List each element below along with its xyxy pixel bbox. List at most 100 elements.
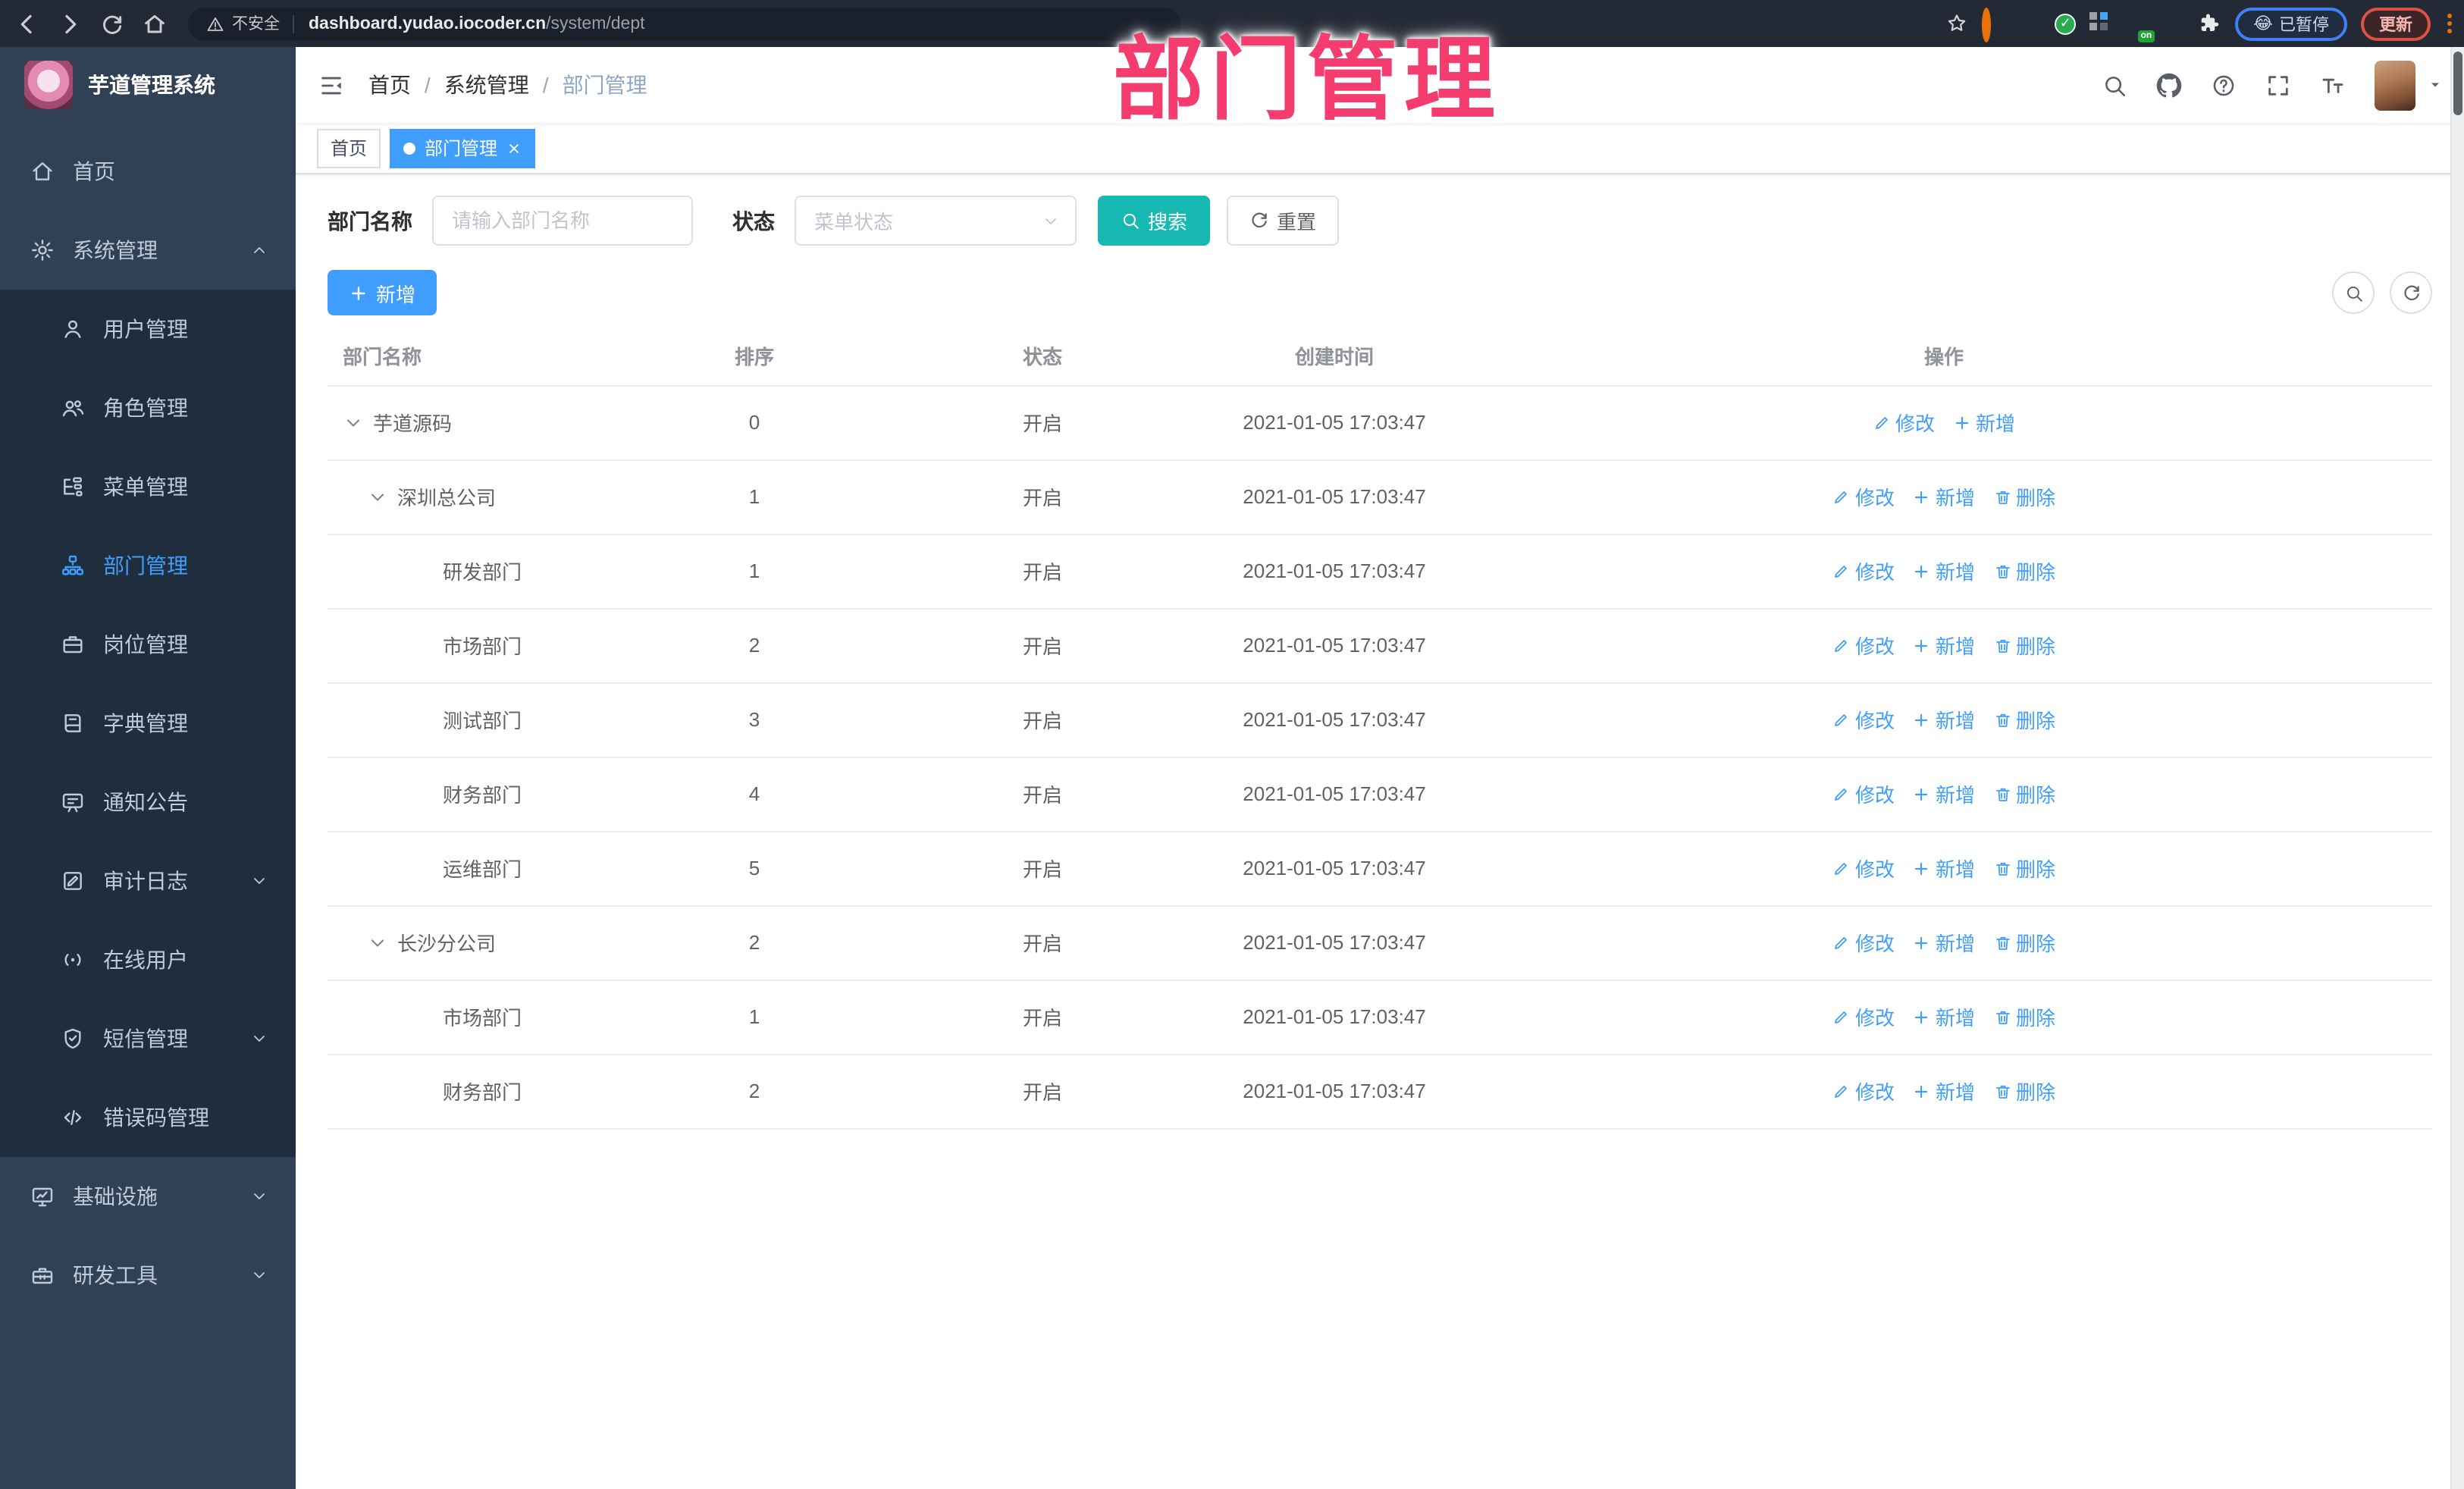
bookmark-star-icon[interactable] <box>1945 12 1968 35</box>
github-icon[interactable] <box>2156 72 2182 98</box>
toggle-search-button[interactable] <box>2332 271 2375 314</box>
extensions-puzzle-icon[interactable] <box>2199 12 2221 35</box>
user-avatar-menu[interactable] <box>2375 60 2443 110</box>
extension-person-icon[interactable] <box>2162 12 2185 35</box>
reset-button[interactable]: 重置 <box>1227 196 1340 246</box>
breadcrumb: 首页 / 系统管理 / 部门管理 <box>368 70 647 100</box>
action-修改[interactable]: 修改 <box>1832 556 1895 585</box>
dept-name: 市场部门 <box>443 1007 522 1030</box>
sidebar-item-部门管理[interactable]: 部门管理 <box>0 526 296 605</box>
action-修改[interactable]: 修改 <box>1873 408 1935 437</box>
extension-grid-icon[interactable] <box>2089 12 2112 35</box>
plus-icon <box>1913 859 1931 877</box>
action-删除[interactable]: 删除 <box>1993 779 2055 808</box>
action-新增[interactable]: 新增 <box>1913 779 1975 808</box>
sidebar-item-label: 角色管理 <box>103 396 188 420</box>
sidebar-item-基础设施[interactable]: 基础设施 <box>0 1157 296 1236</box>
sidebar-item-审计日志[interactable]: 审计日志 <box>0 842 296 920</box>
sidebar-item-label: 字典管理 <box>103 711 188 735</box>
action-修改[interactable]: 修改 <box>1832 631 1895 660</box>
chrome-menu-kebab-icon[interactable] <box>2447 14 2452 33</box>
sidebar-toggle-icon[interactable] <box>318 72 344 98</box>
tab-item[interactable]: 首页 <box>317 128 381 168</box>
action-修改[interactable]: 修改 <box>1832 705 1895 734</box>
action-新增[interactable]: 新增 <box>1913 556 1975 585</box>
sidebar-item-菜单管理[interactable]: 菜单管理 <box>0 447 296 526</box>
action-修改[interactable]: 修改 <box>1832 1077 1895 1105</box>
action-删除[interactable]: 删除 <box>1993 556 2055 585</box>
home-icon[interactable] <box>143 11 167 36</box>
sidebar-item-角色管理[interactable]: 角色管理 <box>0 368 296 447</box>
tree-list-icon <box>61 475 85 499</box>
action-修改[interactable]: 修改 <box>1832 928 1895 957</box>
expand-caret-icon[interactable] <box>367 932 388 953</box>
search-icon[interactable] <box>2102 72 2127 98</box>
sidebar-item-岗位管理[interactable]: 岗位管理 <box>0 605 296 684</box>
action-label: 修改 <box>1854 1081 1895 1104</box>
action-新增[interactable]: 新增 <box>1913 1077 1975 1105</box>
action-删除[interactable]: 删除 <box>1993 1002 2055 1031</box>
sidebar-item-错误码管理[interactable]: 错误码管理 <box>0 1078 296 1157</box>
expand-caret-icon[interactable] <box>343 412 364 433</box>
sidebar-item-首页[interactable]: 首页 <box>0 132 296 211</box>
action-修改[interactable]: 修改 <box>1832 854 1895 882</box>
action-label: 新增 <box>1935 1081 1975 1104</box>
font-size-icon[interactable] <box>2320 72 2346 98</box>
chrome-update-button[interactable]: 更新 <box>2361 7 2431 40</box>
profile-paused-chip[interactable]: 😂 已暂停 <box>2235 7 2347 40</box>
action-修改[interactable]: 修改 <box>1832 482 1895 511</box>
refresh-table-button[interactable] <box>2390 271 2432 314</box>
action-删除[interactable]: 删除 <box>1993 705 2055 734</box>
sidebar-item-通知公告[interactable]: 通知公告 <box>0 763 296 842</box>
search-button[interactable]: 搜索 <box>1098 196 1211 246</box>
action-删除[interactable]: 删除 <box>1993 631 2055 660</box>
table-row: 研发部门 1 开启 2021-01-05 17:03:47 修改 新增 删除 <box>328 534 2432 609</box>
reload-icon[interactable] <box>100 11 124 36</box>
sidebar-item-短信管理[interactable]: 短信管理 <box>0 999 296 1078</box>
column-header: 操作 <box>1456 328 2432 386</box>
action-新增[interactable]: 新增 <box>1913 705 1975 734</box>
action-删除[interactable]: 删除 <box>1993 854 2055 882</box>
table-row: 财务部门 4 开启 2021-01-05 17:03:47 修改 新增 删除 <box>328 757 2432 832</box>
sidebar-item-系统管理[interactable]: 系统管理 <box>0 211 296 290</box>
help-icon[interactable] <box>2211 72 2237 98</box>
sidebar-item-研发工具[interactable]: 研发工具 <box>0 1236 296 1315</box>
action-修改[interactable]: 修改 <box>1832 1002 1895 1031</box>
dept-name-input[interactable] <box>452 209 673 232</box>
action-新增[interactable]: 新增 <box>1913 631 1975 660</box>
breadcrumb-item[interactable]: 首页 <box>368 70 411 100</box>
page-scrollbar[interactable] <box>2450 47 2464 1489</box>
action-删除[interactable]: 删除 <box>1993 1077 2055 1105</box>
action-新增[interactable]: 新增 <box>1913 482 1975 511</box>
pencil-icon <box>1832 859 1851 877</box>
sidebar-item-字典管理[interactable]: 字典管理 <box>0 684 296 763</box>
add-button[interactable]: 新增 <box>328 270 437 315</box>
scrollbar-thumb[interactable] <box>2453 52 2462 115</box>
extension-blue-drop-icon[interactable] <box>2018 12 2041 35</box>
action-新增[interactable]: 新增 <box>1913 1002 1975 1031</box>
status-select[interactable]: 菜单状态 <box>795 196 1077 246</box>
action-修改[interactable]: 修改 <box>1832 779 1895 808</box>
forward-icon[interactable] <box>58 11 82 36</box>
action-label: 新增 <box>1935 858 1975 881</box>
action-删除[interactable]: 删除 <box>1993 482 2055 511</box>
tab-close-icon[interactable] <box>506 140 522 155</box>
sidebar-item-在线用户[interactable]: 在线用户 <box>0 920 296 999</box>
breadcrumb-item[interactable]: 系统管理 <box>444 70 529 100</box>
chevron-down-icon <box>250 1030 268 1048</box>
extension-list-icon[interactable]: on <box>2126 12 2155 42</box>
action-新增[interactable]: 新增 <box>1913 854 1975 882</box>
address-bar[interactable]: 不安全 dashboard.yudao.iocoder.cn /system/d… <box>188 7 1181 40</box>
action-新增[interactable]: 新增 <box>1913 928 1975 957</box>
sidebar-item-用户管理[interactable]: 用户管理 <box>0 290 296 368</box>
expand-caret-icon[interactable] <box>367 486 388 507</box>
add-button-label: 新增 <box>376 283 416 306</box>
action-删除[interactable]: 删除 <box>1993 928 2055 957</box>
extension-orange-ring-icon[interactable] <box>1982 8 2005 42</box>
action-新增[interactable]: 新增 <box>1953 408 2015 437</box>
tab-active[interactable]: 部门管理 <box>390 128 536 168</box>
extension-green-check-icon[interactable]: ✓ <box>2055 13 2077 34</box>
fullscreen-icon[interactable] <box>2265 72 2291 98</box>
back-icon[interactable] <box>15 11 39 36</box>
app-logo-row[interactable]: 芋道管理系统 <box>0 47 296 123</box>
